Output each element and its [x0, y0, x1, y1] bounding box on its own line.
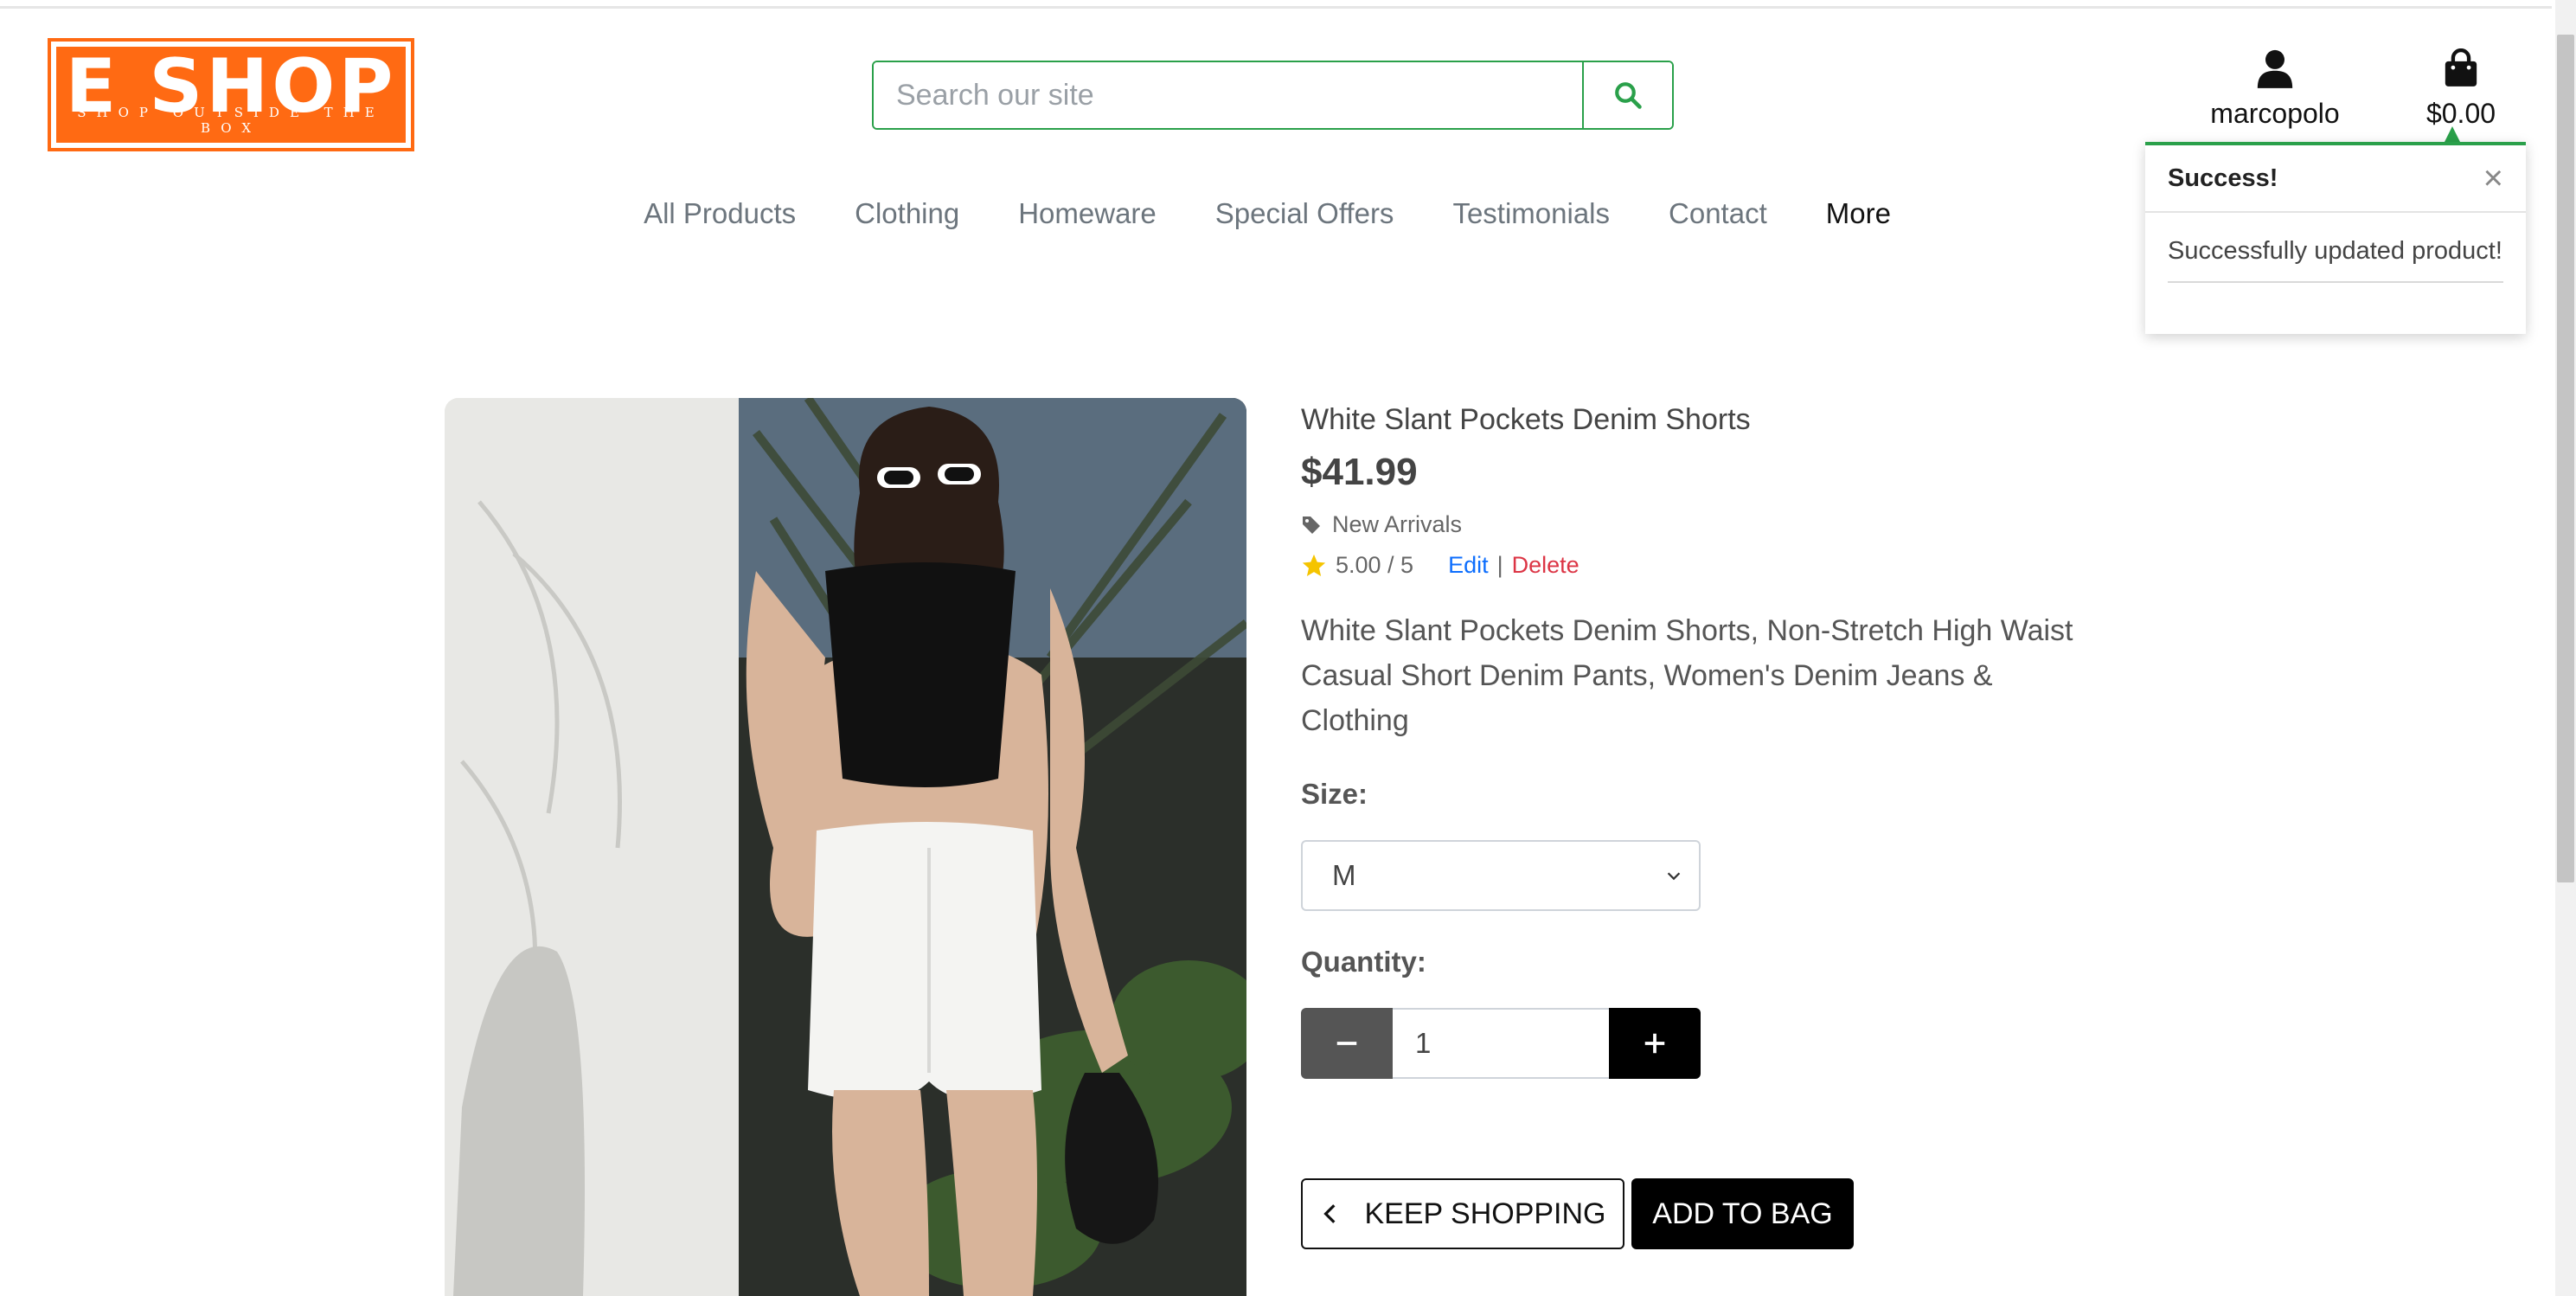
product-photo-illustration: [445, 398, 1246, 1296]
page-scrollbar[interactable]: [2555, 0, 2576, 1296]
link-separator: |: [1496, 552, 1503, 578]
plus-icon: [1644, 1033, 1665, 1054]
bag-total: $0.00: [2425, 98, 2496, 129]
size-selected-value: M: [1332, 859, 1356, 891]
nav-testimonials[interactable]: Testimonials: [1452, 197, 1610, 230]
product-actions: KEEP SHOPPING ADD TO BAG: [1301, 1178, 1854, 1249]
logo-block: E SHOP SHOP OUTSIDE THE BOX: [56, 43, 406, 143]
toast-header: Success! ×: [2145, 145, 2526, 213]
logo-tagline: SHOP OUTSIDE THE BOX: [77, 105, 385, 136]
product-image: [445, 398, 1246, 1296]
category-label: New Arrivals: [1332, 511, 1463, 537]
account-menu[interactable]: marcopolo: [2197, 48, 2353, 130]
chevron-down-icon: [1667, 872, 1681, 881]
chevron-left-icon: [1323, 1204, 1336, 1223]
nav-homeware[interactable]: Homeware: [1018, 197, 1157, 230]
tag-icon: [1303, 516, 1320, 534]
site-logo[interactable]: E SHOP SHOP OUTSIDE THE BOX: [48, 38, 414, 151]
product-details: White Slant Pockets Denim Shorts $41.99 …: [1301, 398, 2079, 1079]
toast-body: Successfully updated product!: [2145, 213, 2526, 283]
star-icon: [1302, 554, 1326, 576]
search-button[interactable]: [1582, 62, 1672, 128]
quantity-stepper: 1: [1301, 1008, 1701, 1079]
shopping-bag-icon: [2445, 48, 2477, 87]
add-to-bag-label: ADD TO BAG: [1652, 1197, 1833, 1230]
close-icon[interactable]: ×: [2483, 161, 2503, 196]
search-form: [872, 61, 1674, 130]
size-select[interactable]: M: [1301, 840, 1701, 911]
decrease-quantity-button[interactable]: [1301, 1008, 1393, 1079]
product-rating-row: 5.00 / 5 Edit | Delete: [1301, 552, 2079, 579]
add-to-bag-button[interactable]: ADD TO BAG: [1631, 1178, 1854, 1249]
size-label: Size:: [1301, 778, 1368, 810]
rating-value: 5.00 / 5: [1336, 552, 1414, 578]
nav-more[interactable]: More: [1826, 197, 1891, 230]
scrollbar-thumb[interactable]: [2557, 35, 2574, 882]
edit-product-link[interactable]: Edit: [1448, 552, 1489, 579]
product-price: $41.99: [1301, 451, 1418, 493]
keep-shopping-label: KEEP SHOPPING: [1364, 1197, 1606, 1230]
nav-clothing[interactable]: Clothing: [855, 197, 959, 230]
increase-quantity-button[interactable]: [1609, 1008, 1701, 1079]
success-toast: Success! × Successfully updated product!: [2145, 142, 2526, 334]
minus-icon: [1336, 1042, 1357, 1045]
quantity-label: Quantity:: [1301, 946, 1426, 978]
search-input[interactable]: [874, 62, 1582, 128]
nav-special-offers[interactable]: Special Offers: [1215, 197, 1394, 230]
toast-message: Successfully updated product!: [2168, 237, 2503, 283]
nav-all-products[interactable]: All Products: [644, 197, 796, 230]
top-divider: [0, 0, 2552, 9]
product-name: White Slant Pockets Denim Shorts: [1301, 403, 1751, 436]
toast-arrow: [2445, 126, 2460, 142]
product-category[interactable]: New Arrivals: [1301, 511, 2079, 538]
product-description: White Slant Pockets Denim Shorts, Non-St…: [1301, 614, 2073, 737]
toast-title: Success!: [2168, 164, 2278, 192]
shopping-bag-link[interactable]: $0.00: [2413, 48, 2509, 130]
user-icon: [2257, 49, 2293, 88]
keep-shopping-button[interactable]: KEEP SHOPPING: [1301, 1178, 1624, 1249]
search-icon: [1615, 82, 1642, 109]
delete-product-link[interactable]: Delete: [1512, 552, 1580, 579]
nav-contact[interactable]: Contact: [1669, 197, 1767, 230]
account-username: marcopolo: [2210, 98, 2340, 129]
quantity-input[interactable]: 1: [1393, 1008, 1609, 1079]
